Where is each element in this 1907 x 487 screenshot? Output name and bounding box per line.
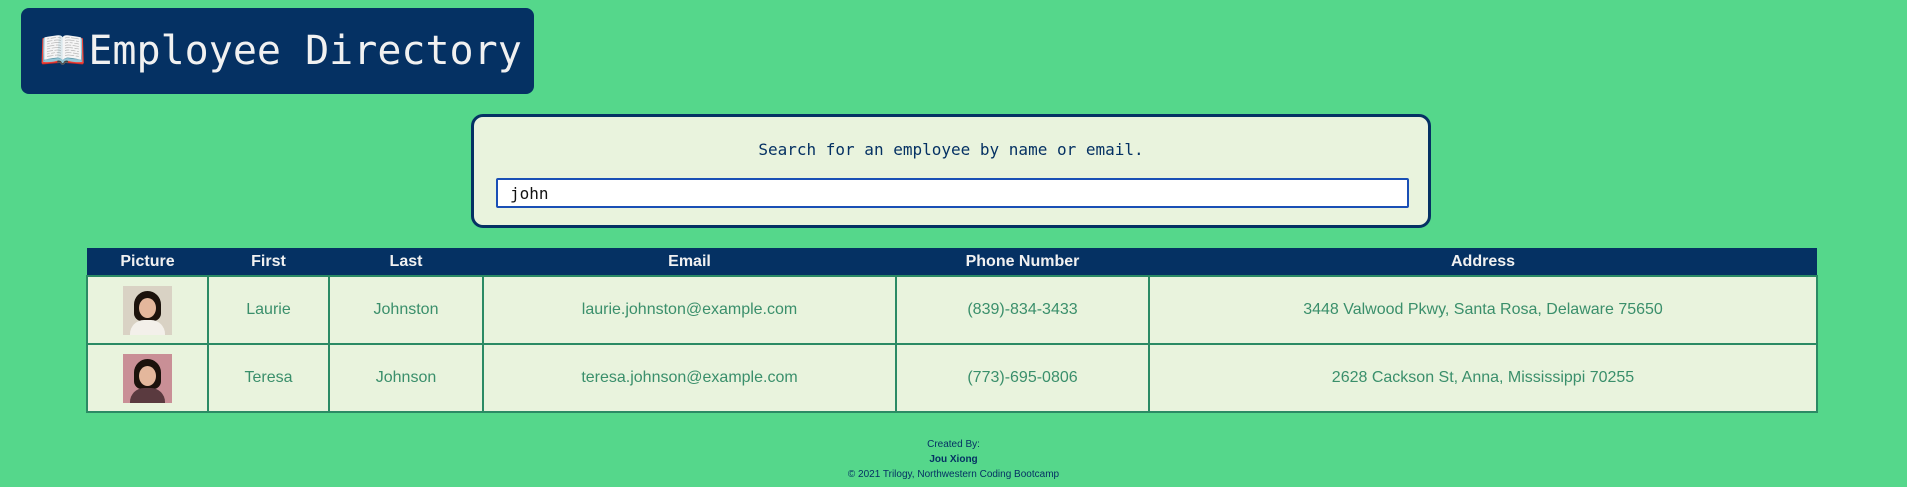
employee-table: Picture First Last Email Phone Number Ad…	[86, 248, 1818, 413]
picture-cell	[86, 275, 209, 345]
search-prompt: Search for an employee by name or email.	[758, 140, 1144, 159]
page-title: Employee Directory	[88, 28, 522, 74]
first-name-cell: Teresa	[207, 343, 330, 413]
footer-copyright: © 2021 Trilogy, Northwestern Coding Boot…	[847, 469, 1060, 480]
avatar	[123, 285, 172, 335]
avatar	[123, 353, 172, 403]
column-header-first[interactable]: First	[208, 248, 329, 276]
column-header-picture[interactable]: Picture	[87, 248, 208, 276]
footer-created-by: Created By:	[927, 439, 980, 450]
column-header-address[interactable]: Address	[1149, 248, 1817, 276]
column-header-phone[interactable]: Phone Number	[896, 248, 1149, 276]
column-header-last[interactable]: Last	[329, 248, 483, 276]
open-book-icon: 📖	[39, 30, 87, 72]
phone-cell: (773)-695-0806	[895, 343, 1150, 413]
email-cell: teresa.johnson@example.com	[482, 343, 897, 413]
table-header-row: Picture First Last Email Phone Number Ad…	[87, 248, 1817, 276]
address-cell: 2628 Cackson St, Anna, Mississippi 70255	[1148, 343, 1818, 413]
footer-author: Jou Xiong	[929, 454, 978, 465]
address-cell: 3448 Valwood Pkwy, Santa Rosa, Delaware …	[1148, 275, 1818, 345]
picture-cell	[86, 343, 209, 413]
app-header: 📖 Employee Directory	[21, 8, 534, 94]
phone-cell: (839)-834-3433	[895, 275, 1150, 345]
search-panel: Search for an employee by name or email.	[471, 114, 1431, 228]
email-cell: laurie.johnston@example.com	[482, 275, 897, 345]
table-row: Teresa Johnson teresa.johnson@example.co…	[86, 343, 1818, 413]
page-footer: Created By: Jou Xiong © 2021 Trilogy, No…	[0, 437, 1907, 482]
last-name-cell: Johnston	[328, 275, 484, 345]
column-header-email[interactable]: Email	[483, 248, 896, 276]
table-row: Laurie Johnston laurie.johnston@example.…	[86, 275, 1818, 345]
first-name-cell: Laurie	[207, 275, 330, 345]
last-name-cell: Johnson	[328, 343, 484, 413]
search-input[interactable]	[496, 178, 1409, 208]
